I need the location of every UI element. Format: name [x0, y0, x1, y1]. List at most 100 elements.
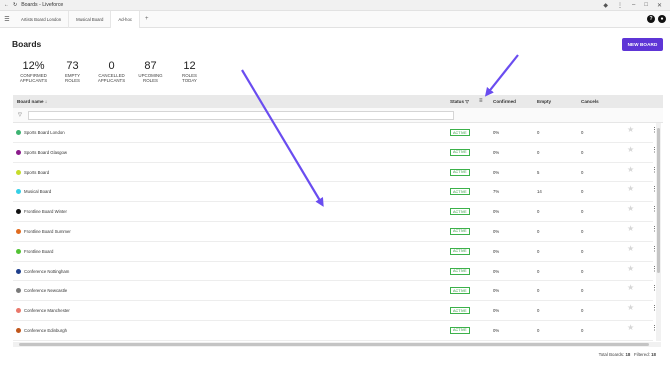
minimize-icon[interactable]: – [632, 2, 635, 8]
confirmed-value: 0% [493, 228, 500, 234]
empty-value: 0 [537, 130, 540, 135]
status-badge: ACTIVE [450, 267, 470, 275]
board-name[interactable]: Conference Newcastle [24, 288, 67, 293]
table-header: Board name ↓ Status ▽ ≡ Confirmed Empty … [13, 95, 663, 108]
tab-ad-hoc[interactable]: Ad-hoc [111, 10, 140, 28]
help-icon[interactable]: ? [647, 15, 655, 23]
stat-roles-today: 12 ROLES TODAY [170, 59, 209, 83]
favorite-star-icon[interactable]: ★ [627, 264, 634, 273]
add-tab-icon[interactable]: + [140, 16, 154, 22]
table-row[interactable]: Sports Board Glasgow ACTIVE 0% 0 0 ★ ⋮ [13, 143, 658, 163]
cancels-value: 0 [581, 189, 584, 195]
board-color-dot [16, 308, 21, 314]
confirmed-value: 0% [493, 248, 500, 254]
filter-icon[interactable]: ▽ [465, 99, 469, 104]
board-name[interactable]: Sports Board London [24, 130, 65, 135]
header-cancels[interactable]: Cancels [581, 99, 599, 104]
confirmed-value: 0% [493, 169, 500, 175]
favorite-star-icon[interactable]: ★ [627, 283, 634, 292]
confirmed-value: 0% [493, 308, 500, 314]
scrollbar-thumb[interactable] [657, 128, 660, 273]
header-confirmed[interactable]: Confirmed [493, 99, 516, 104]
reload-icon[interactable]: ↻ [13, 2, 17, 8]
board-name[interactable]: Conference Edinburgh [24, 328, 67, 333]
column-menu-icon[interactable]: ≡ [479, 98, 483, 104]
more-icon[interactable]: ⋮ [617, 2, 623, 9]
header-label: Status [450, 99, 465, 104]
board-name[interactable]: Frontline Board Winter [24, 209, 67, 214]
stat-value: 87 [144, 60, 157, 72]
favorite-star-icon[interactable]: ★ [627, 323, 634, 332]
table-row[interactable]: Conference Nottingham ACTIVE 0% 0 0 ★ ⋮ [13, 262, 658, 282]
table-row[interactable]: Conference Newcastle ACTIVE 0% 0 0 ★ ⋮ [13, 281, 658, 302]
board-color-dot [16, 327, 21, 333]
filter-icon[interactable]: ▽ [18, 112, 22, 118]
favorite-star-icon[interactable]: ★ [627, 125, 634, 134]
table-row[interactable]: Conference Manchester ACTIVE 0% 0 0 ★ ⋮ [13, 301, 658, 321]
table-row[interactable]: Frontline Board Summer ACTIVE 0% 0 0 ★ ⋮ [13, 222, 658, 242]
table-row[interactable]: Sports Board London ACTIVE 0% 0 0 ★ ⋮ [13, 123, 658, 143]
board-color-dot [16, 209, 21, 215]
table-row[interactable]: Musical Board ACTIVE 7% 14 0 ★ ⋮ [13, 182, 658, 203]
board-color-dot [16, 228, 21, 234]
account-icon[interactable]: ● [658, 15, 666, 23]
empty-value: 0 [537, 327, 540, 333]
scrollbar-thumb[interactable] [19, 343, 649, 346]
board-color-dot [16, 288, 21, 294]
board-color-dot [16, 189, 21, 195]
stat-value: 12 [183, 60, 196, 72]
table-row[interactable]: Frontline Board ACTIVE 0% 0 0 ★ ⋮ [13, 242, 658, 262]
board-color-dot [16, 169, 21, 175]
board-name[interactable]: Frontline Board Summer [24, 229, 71, 234]
sort-down-icon[interactable]: ↓ [45, 99, 47, 104]
stat-empty-roles: 73 EMPTY ROLES [53, 59, 92, 83]
table-row[interactable]: Conference Edinburgh ACTIVE 0% 0 0 ★ ⋮ [13, 321, 658, 341]
board-color-dot [16, 268, 21, 274]
favorite-star-icon[interactable]: ★ [627, 224, 634, 233]
empty-value: 0 [537, 149, 540, 155]
stat-label: APPLICANTS [97, 78, 126, 83]
favorite-star-icon[interactable]: ★ [627, 165, 634, 174]
favorite-star-icon[interactable]: ★ [627, 244, 634, 253]
board-color-dot [16, 149, 21, 155]
empty-value: 14 [537, 189, 542, 195]
tab-artists-board-london[interactable]: Artists Board London [14, 10, 70, 28]
horizontal-scrollbar[interactable] [13, 342, 661, 347]
table-row[interactable]: Sports Board ACTIVE 0% 5 0 ★ ⋮ [13, 163, 658, 183]
maximize-icon[interactable]: □ [644, 2, 648, 8]
table-body: Sports Board London ACTIVE 0% 0 0 ★ ⋮ Sports Bo… [13, 123, 658, 341]
menu-icon[interactable]: ☰ [0, 16, 14, 23]
board-name[interactable]: Conference Nottingham [24, 269, 69, 274]
board-name[interactable]: Sports Board Glasgow [24, 150, 67, 155]
table-row[interactable]: Frontline Board Winter ACTIVE 0% 0 0 ★ ⋮ [13, 202, 658, 222]
tab-musical-board[interactable]: Musical Board [69, 10, 112, 28]
new-board-button[interactable]: NEW BOARD [622, 38, 663, 51]
board-name[interactable]: Frontline Board [24, 249, 53, 254]
empty-value: 0 [537, 248, 540, 254]
header-status[interactable]: Status ▽ [450, 99, 469, 105]
vertical-scrollbar[interactable] [656, 123, 661, 341]
favorite-star-icon[interactable]: ★ [627, 145, 634, 154]
board-name[interactable]: Conference Manchester [24, 308, 70, 313]
board-color-dot [16, 248, 21, 254]
cancels-value: 0 [581, 268, 584, 274]
annotation-arrow [484, 54, 519, 97]
cancels-value: 0 [581, 130, 584, 135]
cancels-value: 0 [581, 288, 584, 294]
status-badge: ACTIVE [450, 168, 470, 176]
board-name-filter-input[interactable] [28, 111, 454, 120]
stat-value: 0 [108, 60, 115, 72]
favorite-star-icon[interactable]: ★ [627, 303, 634, 312]
page-title: Boards [12, 39, 42, 49]
favorite-star-icon[interactable]: ★ [627, 204, 634, 213]
board-name[interactable]: Sports Board [24, 170, 49, 175]
favorite-star-icon[interactable]: ★ [627, 184, 634, 193]
stat-value: 12% [22, 60, 45, 72]
header-board-name[interactable]: Board name ↓ [17, 99, 47, 104]
board-name[interactable]: Musical Board [24, 189, 51, 194]
extensions-icon[interactable]: ◆ [603, 2, 608, 9]
header-empty[interactable]: Empty [537, 99, 551, 104]
back-icon[interactable]: ← [4, 2, 9, 8]
confirmed-value: 7% [493, 189, 500, 195]
close-icon[interactable]: ✕ [657, 2, 662, 9]
